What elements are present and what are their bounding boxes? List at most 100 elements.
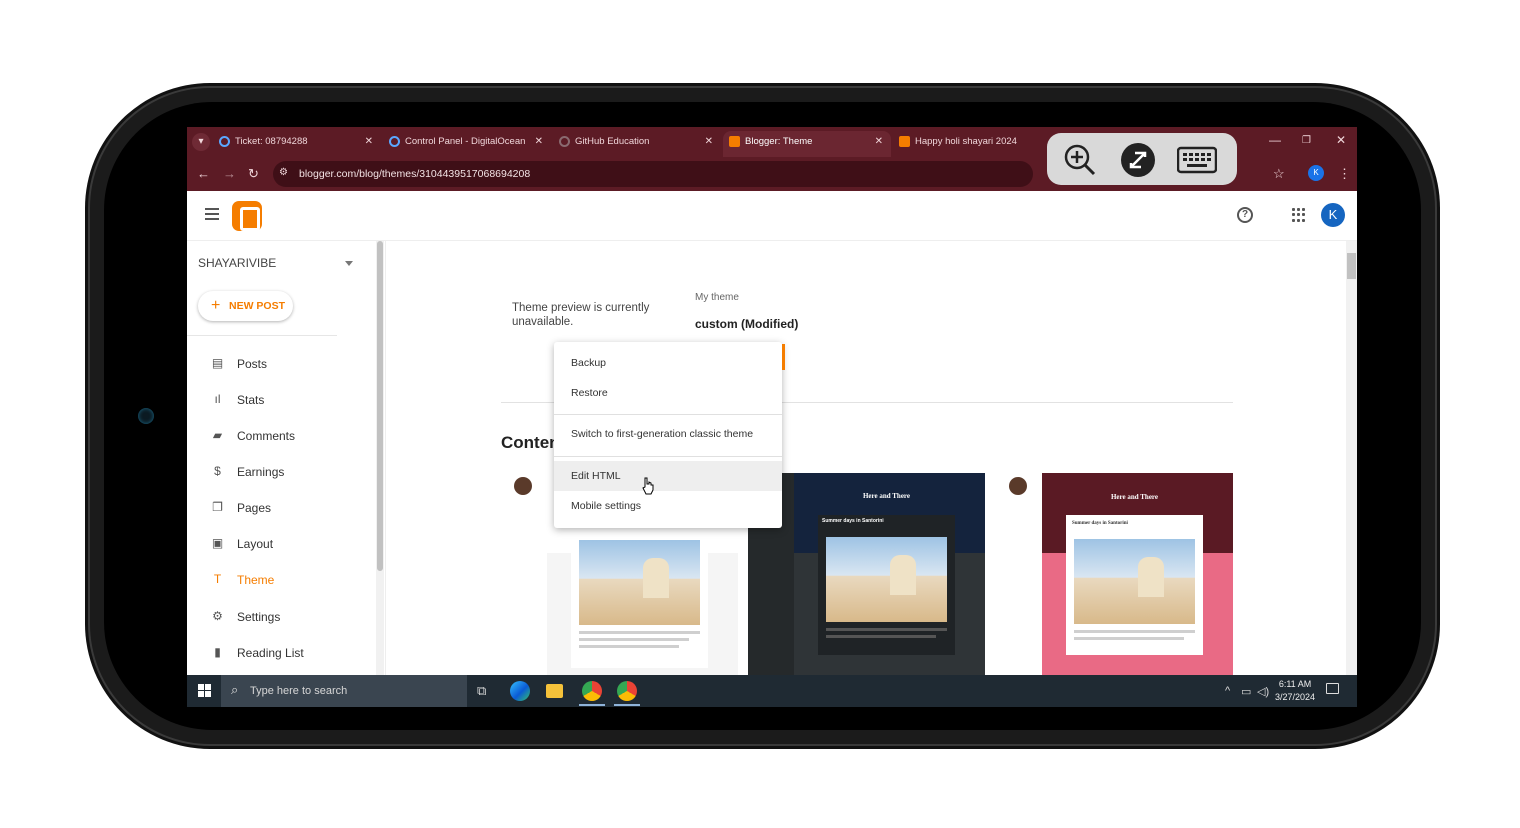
volume-icon[interactable]: ◁) <box>1257 685 1269 698</box>
account-avatar[interactable]: K <box>1321 203 1345 227</box>
theme-thumbnail-pink[interactable]: Here and There Summer days in Santorini <box>996 473 1233 678</box>
thumbnail-post: Summer days in Santorini <box>818 515 955 655</box>
contempo-heading: Conten <box>501 433 560 452</box>
thumbnail-post-title: Summer days in Santorini <box>1072 521 1128 526</box>
theme-thumbnail-dark[interactable]: Here and There Summer days in Santorini <box>748 473 985 678</box>
my-theme-name: custom (Modified) <box>695 317 799 331</box>
sidebar-divider <box>187 335 337 336</box>
hamburger-menu-icon[interactable] <box>205 208 219 220</box>
forward-icon[interactable]: → <box>223 166 236 181</box>
network-icon[interactable]: ▭ <box>1241 685 1251 698</box>
apps-grid-icon[interactable] <box>1292 208 1306 222</box>
zoom-in-icon[interactable] <box>1063 143 1097 177</box>
blog-select-chevron-icon[interactable] <box>345 261 353 266</box>
sidebar-item-comments[interactable]: ▰ Comments <box>187 421 367 451</box>
more-menu-icon[interactable]: ⋮ <box>1338 166 1351 182</box>
tab-search-button[interactable]: ▾ <box>192 133 210 151</box>
sidebar-item-earnings[interactable]: $ Earnings <box>187 457 367 487</box>
thumbnail-avatar <box>514 477 532 495</box>
menu-item-mobile-settings[interactable]: Mobile settings <box>554 491 782 521</box>
thumbnail-photo <box>826 537 947 622</box>
posts-icon: ▤ <box>211 356 224 370</box>
thumbnail-blog-title: Here and There <box>862 492 911 500</box>
task-view-icon[interactable]: ⧉ <box>477 683 497 703</box>
pages-icon: ❐ <box>212 500 223 514</box>
chrome-icon[interactable] <box>582 681 602 701</box>
stats-icon: ıl <box>214 392 221 406</box>
paint-roller-icon: T <box>213 572 222 586</box>
tab-ticket[interactable]: Ticket: 08794288 ✕ <box>213 131 381 157</box>
restore-icon[interactable]: ❐ <box>1302 135 1311 146</box>
sidebar-item-settings[interactable]: ⚙ Settings <box>187 602 367 632</box>
tray-chevron-up-icon[interactable]: ^ <box>1225 685 1230 697</box>
active-app-indicator <box>579 704 605 706</box>
sidebar-item-pages[interactable]: ❐ Pages <box>187 493 367 523</box>
gear-icon: ⚙ <box>212 609 223 623</box>
tab-close-icon[interactable]: ✕ <box>875 131 883 153</box>
menu-item-restore[interactable]: Restore <box>554 378 782 408</box>
sidebar-item-theme[interactable]: T Theme <box>187 565 367 595</box>
remote-connect-icon[interactable] <box>1121 143 1155 177</box>
remote-toolbar <box>1047 133 1237 185</box>
sidebar-item-reading-list[interactable]: ▮ Reading List <box>187 638 367 668</box>
file-explorer-icon[interactable] <box>546 684 563 698</box>
menu-item-backup[interactable]: Backup <box>554 348 782 378</box>
thumbnail-photo <box>1074 539 1195 624</box>
customize-button-edge[interactable] <box>782 344 785 370</box>
help-icon[interactable]: ? <box>1237 207 1253 223</box>
blogger-favicon-icon <box>729 136 740 147</box>
thumbnail-text-line <box>579 645 679 648</box>
main-content: Theme preview is currently unavailable. … <box>385 241 1345 678</box>
tab-digitalocean[interactable]: Control Panel - DigitalOcean ✕ <box>383 131 551 157</box>
sidebar-item-stats[interactable]: ıl Stats <box>187 385 367 415</box>
thumbnail-text-line <box>579 638 689 641</box>
sidebar-item-layout[interactable]: ▣ Layout <box>187 529 367 559</box>
my-theme-label: My theme <box>695 292 739 303</box>
close-window-icon[interactable]: ✕ <box>1336 133 1346 147</box>
tab-blogger-theme[interactable]: Blogger: Theme ✕ <box>723 131 891 157</box>
tab-holi-shayari[interactable]: Happy holi shayari 2024 <box>893 131 1061 157</box>
tab-close-icon[interactable]: ✕ <box>365 131 373 153</box>
windows-start-icon[interactable] <box>198 684 211 697</box>
sidebar-item-posts[interactable]: ▤ Posts <box>187 349 367 379</box>
profile-avatar[interactable]: K <box>1308 165 1324 181</box>
reload-icon[interactable]: ↻ <box>248 166 259 182</box>
thumbnail-blog-title: Here and There <box>1110 493 1159 501</box>
menu-separator <box>554 414 782 415</box>
tab-favicon-icon <box>219 136 230 147</box>
new-post-button[interactable]: + NEW POST <box>198 291 293 321</box>
sidebar: SHAYARIVIBE + NEW POST ▤ Posts ıl Stats … <box>187 241 377 675</box>
tab-close-icon[interactable]: ✕ <box>535 131 543 153</box>
thumbnail-post-title: Summer days in Santorini <box>822 518 884 524</box>
taskbar-clock[interactable]: 6:11 AM 3/27/2024 <box>1275 678 1315 704</box>
notification-icon[interactable] <box>1326 683 1339 694</box>
minimize-icon[interactable]: — <box>1269 133 1281 147</box>
theme-dropdown-menu: Backup Restore Switch to first-generatio… <box>554 342 782 528</box>
edge-icon[interactable] <box>510 681 530 701</box>
taskbar-search-placeholder[interactable]: Type here to search <box>250 685 347 697</box>
bookmark-star-icon[interactable]: ☆ <box>1273 166 1285 182</box>
main-scrollbar-thumb[interactable] <box>1347 253 1356 279</box>
comments-icon: ▰ <box>212 428 223 442</box>
sidebar-scrollbar-thumb[interactable] <box>377 241 383 571</box>
dollar-icon: $ <box>214 464 221 478</box>
chrome-profile-icon[interactable] <box>617 681 637 701</box>
thumbnail-sidebar <box>501 473 547 678</box>
main-scrollbar[interactable] <box>1346 241 1357 675</box>
url-text[interactable]: blogger.com/blog/themes/3104439517068694… <box>299 168 530 180</box>
blogger-logo[interactable] <box>232 201 262 231</box>
blogger-favicon-icon <box>899 136 910 147</box>
keyboard-icon[interactable] <box>1177 143 1217 177</box>
blog-name[interactable]: SHAYARIVIBE <box>198 256 276 270</box>
back-icon[interactable]: ← <box>197 166 210 181</box>
tab-close-icon[interactable]: ✕ <box>705 131 713 153</box>
menu-separator <box>554 456 782 457</box>
tab-github[interactable]: GitHub Education ✕ <box>553 131 721 157</box>
thumbnail-text-line <box>1074 630 1195 633</box>
thumbnail-text-line <box>1074 637 1184 640</box>
search-icon: ⌕ <box>231 682 239 697</box>
menu-item-switch-classic-theme[interactable]: Switch to first-generation classic theme <box>554 419 782 449</box>
site-info-icon[interactable]: ⚙ <box>279 167 291 179</box>
layout-icon: ▣ <box>211 536 224 550</box>
menu-item-edit-html[interactable]: Edit HTML <box>554 461 782 491</box>
